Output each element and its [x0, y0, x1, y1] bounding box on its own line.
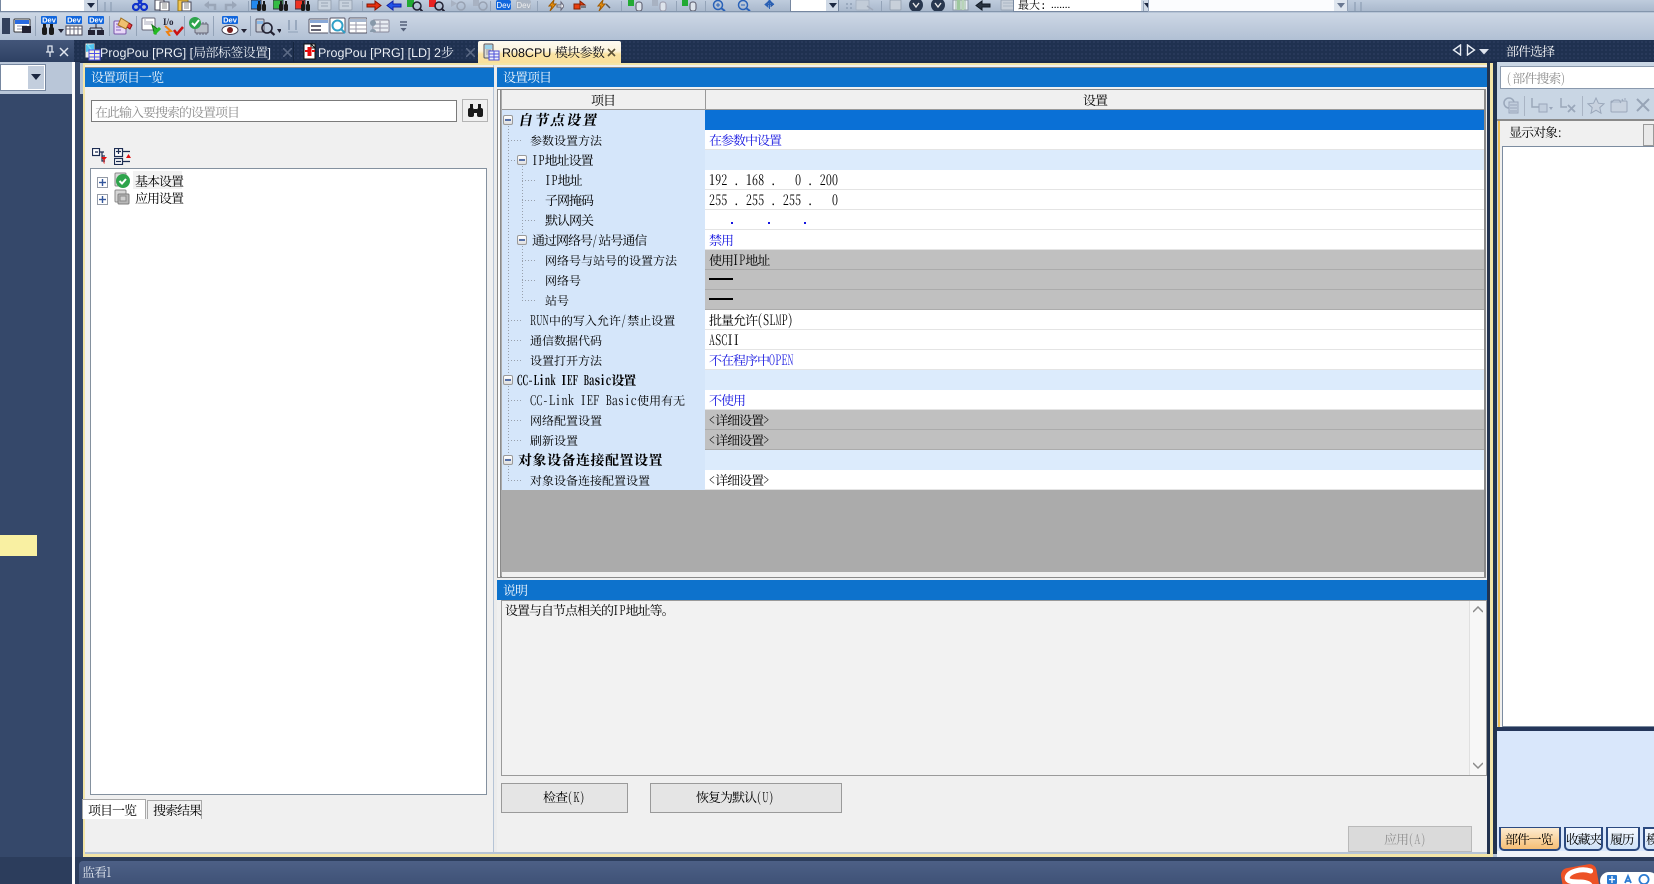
svg-text:Dev: Dev [42, 16, 57, 25]
svg-text:Dev: Dev [496, 1, 510, 10]
svg-text:Dev: Dev [89, 16, 104, 25]
svg-text:Dev: Dev [516, 1, 530, 10]
svg-text:Dev: Dev [67, 16, 82, 25]
svg-text:I/o: I/o [163, 17, 174, 27]
svg-text:Dev: Dev [223, 16, 238, 25]
